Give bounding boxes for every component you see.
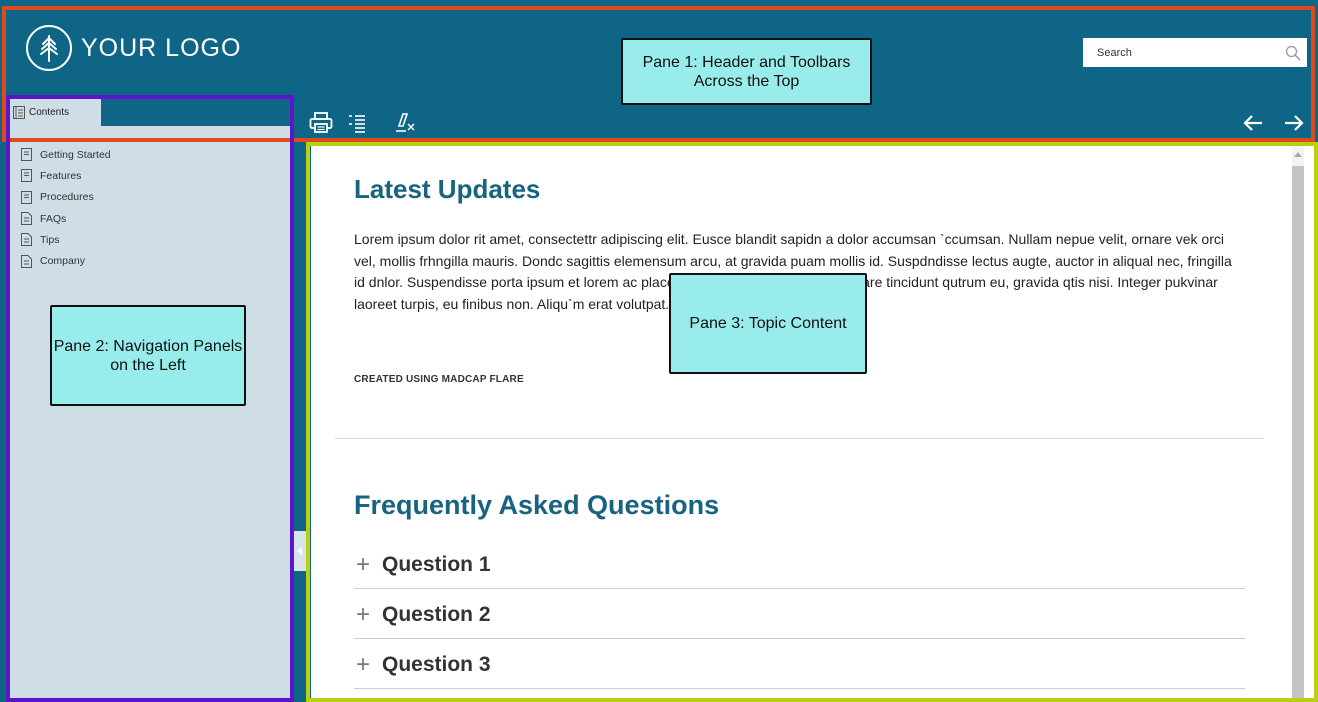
- faq-question[interactable]: + Question 1: [354, 542, 1245, 589]
- collapse-nav-handle[interactable]: [294, 531, 306, 571]
- search-icon[interactable]: [1285, 45, 1301, 61]
- logo[interactable]: YOUR LOGO: [26, 25, 241, 71]
- page-icon: [21, 233, 32, 247]
- toc-item[interactable]: FAQs: [21, 208, 111, 229]
- faq-question-label: Question 2: [382, 603, 491, 626]
- toc-item-label: Features: [40, 169, 82, 182]
- section-divider: [335, 438, 1264, 439]
- forward-arrow-icon[interactable]: [1282, 110, 1306, 136]
- clear-highlight-icon[interactable]: [392, 110, 418, 136]
- toc-item[interactable]: Tips: [21, 229, 111, 250]
- faq-question[interactable]: + Question 2: [354, 592, 1245, 639]
- page-icon: [21, 254, 32, 268]
- tab-contents[interactable]: Contents: [9, 98, 101, 126]
- created-note: CREATED USING MADCAP FLARE: [354, 374, 524, 385]
- search-box[interactable]: [1083, 38, 1307, 67]
- plus-icon: +: [355, 651, 370, 678]
- toc-list-icon[interactable]: [344, 110, 370, 136]
- tab-contents-label: Contents: [29, 106, 70, 118]
- callout-pane2: Pane 2: Navigation Panels on the Left: [50, 305, 246, 406]
- tree-logo-icon: [26, 25, 72, 71]
- scroll-thumb[interactable]: [1292, 166, 1304, 698]
- faq-question-label: Question 1: [382, 553, 491, 576]
- topic-content-pane: Latest Updates Lorem ipsum dolor rit ame…: [311, 146, 1314, 698]
- scroll-up-icon[interactable]: [1292, 146, 1304, 162]
- book-icon: [21, 190, 32, 204]
- faq-question[interactable]: + Question 3: [354, 642, 1245, 689]
- plus-icon: +: [355, 551, 370, 578]
- callout-pane1-text: Pane 1: Header and Toolbars Across the T…: [642, 53, 851, 90]
- toc-item-label: Getting Started: [40, 148, 111, 161]
- toc-item[interactable]: Features: [21, 165, 111, 186]
- contents-tab-icon: [13, 105, 25, 119]
- toc-item[interactable]: Company: [21, 250, 111, 271]
- heading-latest-updates: Latest Updates: [354, 174, 541, 204]
- content-scrollbar[interactable]: [1292, 146, 1304, 698]
- page-icon: [21, 212, 32, 226]
- search-input[interactable]: [1097, 46, 1277, 59]
- toc-item-label: Company: [40, 255, 85, 268]
- toc-list: Getting Started Features Procedures FAQs…: [21, 144, 111, 272]
- toc-item[interactable]: Getting Started: [21, 144, 111, 165]
- callout-pane2-text: Pane 2: Navigation Panels on the Left: [53, 337, 243, 374]
- print-icon[interactable]: [308, 110, 334, 136]
- plus-icon: +: [355, 601, 370, 628]
- heading-faq: Frequently Asked Questions: [354, 490, 720, 520]
- chevron-left-icon: [297, 547, 302, 555]
- logo-text: YOUR LOGO: [81, 33, 242, 62]
- callout-pane1: Pane 1: Header and Toolbars Across the T…: [621, 38, 872, 105]
- back-arrow-icon[interactable]: [1241, 110, 1265, 136]
- callout-pane3: Pane 3: Topic Content: [669, 273, 867, 374]
- nav-tab-strip: Contents: [9, 98, 291, 126]
- toc-item-label: Procedures: [40, 191, 94, 204]
- faq-question-label: Question 3: [382, 653, 491, 676]
- book-icon: [21, 148, 32, 162]
- callout-pane3-text: Pane 3: Topic Content: [689, 315, 847, 332]
- toc-item[interactable]: Procedures: [21, 187, 111, 208]
- toc-item-label: FAQs: [40, 212, 67, 225]
- toc-item-label: Tips: [40, 233, 60, 246]
- book-icon: [21, 169, 32, 183]
